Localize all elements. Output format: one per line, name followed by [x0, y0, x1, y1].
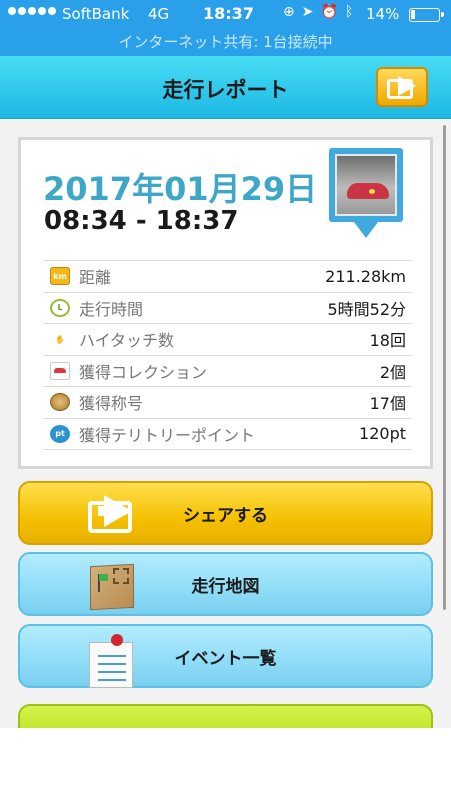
stat-label: 獲得コレクション	[79, 362, 208, 382]
km-icon: km	[50, 267, 70, 286]
map-flag	[99, 574, 108, 581]
battery-icon	[409, 8, 444, 22]
headlight	[369, 189, 375, 194]
stat-row-high-touch: ✋ ハイタッチ数 18回	[43, 324, 412, 356]
car-collection-icon	[50, 361, 70, 380]
medal-icon	[50, 393, 70, 412]
note-line	[98, 679, 126, 681]
stat-value: 5時間52分	[327, 299, 406, 319]
stat-value: 17個	[369, 394, 406, 414]
stat-label: 距離	[79, 268, 112, 288]
stats-list: km 距離 211.28km L 走行時間 5時間52分 ✋ ハイタッチ数 18…	[43, 260, 412, 450]
event-list-button-label: イベント一覧	[174, 648, 277, 669]
stat-value: 211.28km	[325, 266, 406, 286]
stat-value: 120pt	[359, 424, 406, 444]
location-arrow-icon: ➤	[301, 4, 314, 20]
map-road	[113, 568, 129, 584]
report-card: 2017年01月29日 08:34 - 18:37 km 距離 211.28km…	[18, 137, 433, 469]
car-image	[347, 183, 389, 199]
pushpin-icon	[111, 634, 123, 646]
signal-strength-icon	[8, 7, 56, 15]
stat-row-collection: 獲得コレクション 2個	[43, 356, 412, 387]
map-icon	[87, 562, 145, 611]
report-time-range: 08:34 - 18:37	[44, 206, 239, 236]
stat-row-distance: km 距離 211.28km	[43, 261, 412, 293]
note-line	[98, 663, 126, 665]
high-touch-hand-icon: ✋	[55, 334, 65, 344]
car-photo	[335, 154, 397, 216]
stat-label: 獲得テリトリーポイント	[79, 425, 256, 445]
note-line	[98, 671, 126, 673]
status-bar: SoftBank 4G 18:37 ⊕ ➤ ⏰ ᛒ 14%	[0, 0, 451, 28]
stat-value: 18回	[369, 331, 406, 351]
share-arrow-icon	[398, 76, 416, 96]
report-content[interactable]: 2017年01月29日 08:34 - 18:37 km 距離 211.28km…	[0, 120, 451, 800]
report-date: 2017年01月29日	[43, 170, 318, 208]
stat-row-titles: 獲得称号 17個	[43, 387, 412, 419]
stat-label: 獲得称号	[79, 394, 144, 414]
event-note-icon	[87, 634, 145, 688]
network-type: 4G	[148, 5, 170, 23]
event-list-button[interactable]: イベント一覧	[18, 624, 433, 688]
alarm-icon: ⏰	[320, 4, 338, 20]
bottom-blank-area	[0, 728, 451, 800]
stat-label: ハイタッチ数	[79, 331, 175, 351]
share-icon	[88, 491, 146, 537]
drive-map-button[interactable]: 走行地図	[18, 552, 433, 616]
status-time: 18:37	[203, 4, 254, 23]
note-sheet	[89, 642, 133, 688]
territory-point-icon: pt	[50, 424, 70, 443]
bluetooth-icon: ᛒ	[344, 4, 354, 20]
clock-icon: L	[50, 298, 70, 317]
stat-row-drive-time: L 走行時間 5時間52分	[43, 293, 412, 324]
share-button-label: シェアする	[183, 505, 268, 526]
stat-value: 2個	[379, 362, 406, 382]
carrier-name: SoftBank	[62, 5, 130, 23]
share-button[interactable]: シェアする	[18, 481, 433, 545]
battery-percent: 14%	[366, 5, 400, 23]
scrollbar[interactable]	[443, 125, 446, 610]
stat-label: 走行時間	[79, 299, 144, 319]
share-arrow	[104, 495, 132, 527]
app-header: 走行レポート	[0, 56, 451, 119]
hotspot-banner[interactable]: インターネット共有: 1台接続中	[0, 28, 451, 56]
note-line	[98, 655, 126, 657]
orientation-lock-icon: ⊕	[283, 4, 295, 20]
header-share-button[interactable]	[376, 67, 428, 107]
route-photo-pin[interactable]	[329, 148, 403, 238]
stat-row-territory-points: pt 獲得テリトリーポイント 120pt	[43, 419, 412, 450]
pin-tip	[354, 222, 378, 238]
drive-map-button-label: 走行地図	[191, 576, 260, 597]
status-icons: ⊕ ➤ ⏰ ᛒ	[283, 4, 353, 20]
